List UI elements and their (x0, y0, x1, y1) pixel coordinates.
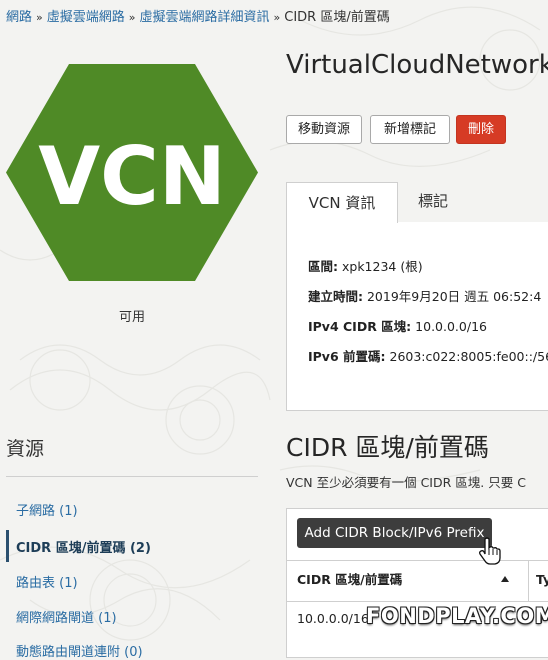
cidr-table-header: CIDR 區塊/前置碼 Ty (287, 560, 548, 602)
column-header-type[interactable]: Ty (536, 561, 548, 599)
info-ipv6-label: IPv6 前置碼: (308, 349, 386, 364)
info-created-label: 建立時間: (308, 289, 363, 304)
breadcrumb-separator: » (36, 11, 43, 24)
active-resource-indicator (6, 530, 9, 562)
info-ipv4: IPv4 CIDR 區塊: 10.0.0.0/16 (308, 316, 487, 335)
resource-item-cidr[interactable]: CIDR 區塊/前置碼 (2) (16, 537, 151, 556)
cidr-section-title: CIDR 區塊/前置碼 (286, 428, 489, 464)
info-ipv6: IPv6 前置碼: 2603:c022:8005:fe00::/56 (308, 346, 548, 365)
hand-pointer-cursor-icon (479, 537, 501, 565)
resources-heading: 資源 (6, 434, 44, 461)
tab-vcn-info[interactable]: VCN 資訊 (286, 182, 398, 223)
breadcrumb-link-vcn-details[interactable]: 虛擬雲端網路詳細資訊 (140, 10, 270, 25)
vcn-hexagon-badge: VCN (6, 64, 258, 281)
breadcrumb: 網路»虛擬雲端網路»虛擬雲端網路詳細資訊»CIDR 區塊/前置碼 (6, 6, 390, 25)
breadcrumb-separator: » (129, 11, 136, 24)
sort-ascending-icon[interactable] (501, 576, 509, 582)
tab-tags[interactable]: 標記 (418, 182, 448, 222)
info-ipv4-value: 10.0.0.0/16 (415, 319, 487, 334)
page-title: VirtualCloudNetwork- (286, 50, 548, 80)
breadcrumb-link-vcn[interactable]: 虛擬雲端網路 (47, 10, 125, 25)
info-created-value: 2019年9月20日 週五 06:52:4 (367, 289, 541, 304)
add-tag-button[interactable]: 新增標記 (370, 115, 450, 144)
delete-button[interactable]: 刪除 (456, 115, 506, 144)
info-created: 建立時間: 2019年9月20日 週五 06:52:4 (308, 286, 541, 305)
vcn-status: 可用 (0, 306, 264, 325)
add-cidr-block-button[interactable]: Add CIDR Block/IPv6 Prefix (297, 518, 492, 548)
resources-divider (6, 476, 258, 477)
cidr-section-description: VCN 至少必須要有一個 CIDR 區塊. 只要 C (286, 472, 526, 491)
breadcrumb-separator: » (274, 11, 281, 24)
info-ipv6-value: 2603:c022:8005:fe00::/56 (390, 349, 548, 364)
info-ipv4-label: IPv4 CIDR 區塊: (308, 319, 411, 334)
info-compartment-value: xpk1234 (根) (342, 259, 423, 274)
resource-item-subnets[interactable]: 子網路 (1) (16, 500, 78, 519)
resource-item-internet-gateways[interactable]: 網際網路閘道 (1) (16, 607, 117, 626)
info-compartment: 區間: xpk1234 (根) (308, 256, 423, 275)
watermark: FONDPLAY.COM (366, 604, 548, 628)
vcn-info-panel: 區間: xpk1234 (根) 建立時間: 2019年9月20日 週五 06:5… (286, 222, 548, 411)
vcn-badge-text: VCN (38, 130, 226, 223)
breadcrumb-link-networking[interactable]: 網路 (6, 10, 32, 25)
move-resource-button[interactable]: 移動資源 (286, 115, 362, 144)
info-compartment-label: 區間: (308, 259, 338, 274)
column-header-cidr[interactable]: CIDR 區塊/前置碼 (297, 561, 402, 599)
column-divider (528, 561, 529, 601)
resource-item-drg-attachments[interactable]: 動態路由閘道連附 (0) (16, 641, 143, 660)
resource-item-route-tables[interactable]: 路由表 (1) (16, 572, 78, 591)
table-cell-cidr: 10.0.0.0/16 (297, 611, 369, 626)
breadcrumb-current: CIDR 區塊/前置碼 (284, 10, 389, 25)
